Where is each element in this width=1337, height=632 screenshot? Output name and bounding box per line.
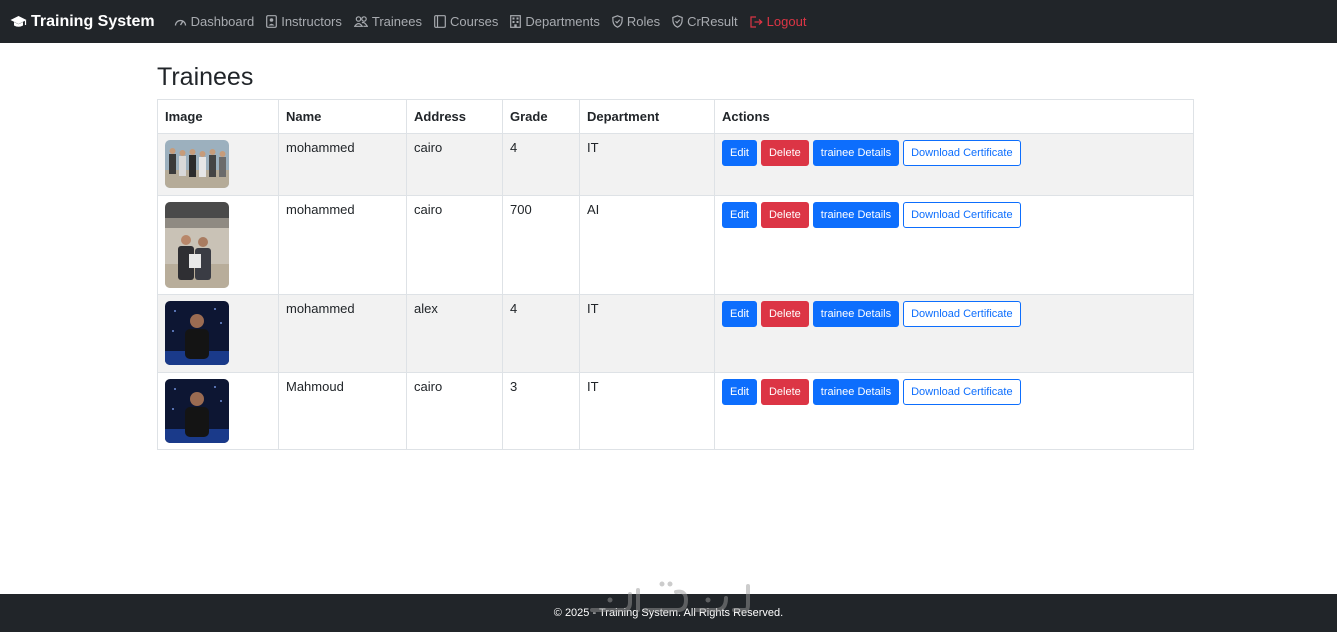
address-cell: alex bbox=[406, 294, 503, 373]
watermark-logo bbox=[590, 581, 750, 612]
edit-button[interactable]: Edit bbox=[722, 202, 757, 228]
download-certificate-button[interactable]: Download Certificate bbox=[903, 301, 1021, 327]
address-cell: cairo bbox=[406, 372, 503, 450]
header-address: Address bbox=[406, 99, 503, 134]
building-icon bbox=[510, 15, 522, 28]
grade-cell: 4 bbox=[502, 133, 580, 196]
header-department: Department bbox=[579, 99, 715, 134]
book-icon bbox=[434, 15, 446, 28]
address-cell: cairo bbox=[406, 195, 503, 295]
trainee-photo bbox=[165, 140, 229, 188]
person-badge-icon bbox=[266, 15, 278, 28]
delete-button[interactable]: Delete bbox=[760, 301, 809, 327]
edit-button[interactable]: Edit bbox=[722, 140, 757, 166]
image-cell bbox=[157, 195, 279, 295]
delete-button[interactable]: Delete bbox=[760, 140, 809, 166]
delete-button[interactable]: Delete bbox=[760, 202, 809, 228]
logout-icon bbox=[750, 15, 763, 28]
delete-button[interactable]: Delete bbox=[760, 379, 809, 405]
header-grade: Grade bbox=[502, 99, 580, 134]
nav-crresult[interactable]: CrResult bbox=[672, 14, 738, 29]
grade-cell: 700 bbox=[502, 195, 580, 295]
people-icon bbox=[353, 16, 368, 27]
nav-logout[interactable]: Logout bbox=[750, 14, 807, 29]
nav-instructors[interactable]: Instructors bbox=[266, 14, 342, 29]
nav-crresult-label: CrResult bbox=[687, 14, 738, 29]
download-certificate-button[interactable]: Download Certificate bbox=[903, 202, 1021, 228]
page-title: Trainees bbox=[157, 63, 254, 91]
graduation-cap-icon bbox=[10, 15, 27, 27]
table-row: mohammed cairo 700 AI Edit Delete traine… bbox=[157, 195, 1194, 295]
name-cell: mohammed bbox=[278, 195, 407, 295]
trainee-details-button[interactable]: trainee Details bbox=[812, 301, 900, 327]
nav-instructors-label: Instructors bbox=[281, 14, 342, 29]
brand-title: Training System bbox=[31, 12, 155, 30]
brand-link[interactable]: Training System bbox=[10, 13, 155, 31]
edit-button[interactable]: Edit bbox=[722, 379, 757, 405]
grade-cell: 3 bbox=[502, 372, 580, 450]
department-cell: AI bbox=[579, 195, 715, 295]
name-cell: Mahmoud bbox=[278, 372, 407, 450]
speedometer-icon bbox=[174, 19, 186, 26]
trainees-table: Image Name Address Grade Department Acti… bbox=[157, 99, 1194, 450]
nav-courses-label: Courses bbox=[450, 14, 499, 29]
edit-button[interactable]: Edit bbox=[722, 301, 757, 327]
nav-courses[interactable]: Courses bbox=[434, 14, 498, 29]
download-certificate-button[interactable]: Download Certificate bbox=[903, 379, 1021, 405]
image-cell bbox=[157, 372, 279, 450]
image-cell bbox=[157, 294, 279, 373]
trainee-details-button[interactable]: trainee Details bbox=[812, 202, 900, 228]
actions-cell: Edit Delete trainee Details Download Cer… bbox=[714, 133, 1194, 196]
actions-cell: Edit Delete trainee Details Download Cer… bbox=[714, 195, 1194, 295]
nav-trainees[interactable]: Trainees bbox=[353, 14, 422, 29]
table-row: Mahmoud cairo 3 IT Edit Delete trainee D… bbox=[157, 372, 1194, 450]
name-cell: mohammed bbox=[278, 133, 407, 196]
department-cell: IT bbox=[579, 133, 715, 196]
download-certificate-button[interactable]: Download Certificate bbox=[903, 140, 1021, 166]
header-image: Image bbox=[157, 99, 279, 134]
nav-departments[interactable]: Departments bbox=[510, 14, 600, 29]
table-row: mohammed alex 4 IT Edit Delete trainee D… bbox=[157, 294, 1194, 373]
trainee-photo bbox=[165, 301, 229, 365]
shield-icon bbox=[612, 15, 623, 28]
shield-icon bbox=[672, 15, 683, 28]
grade-cell: 4 bbox=[502, 294, 580, 373]
header-name: Name bbox=[278, 99, 407, 134]
actions-cell: Edit Delete trainee Details Download Cer… bbox=[714, 294, 1194, 373]
nav-dashboard[interactable]: Dashboard bbox=[174, 14, 255, 29]
name-cell: mohammed bbox=[278, 294, 407, 373]
trainee-details-button[interactable]: trainee Details bbox=[812, 379, 900, 405]
nav-departments-label: Departments bbox=[525, 14, 600, 29]
trainee-details-button[interactable]: trainee Details bbox=[812, 140, 900, 166]
trainee-photo bbox=[165, 379, 229, 443]
nav-roles-label: Roles bbox=[626, 14, 661, 29]
image-cell bbox=[157, 133, 279, 196]
department-cell: IT bbox=[579, 294, 715, 373]
nav-dashboard-label: Dashboard bbox=[190, 14, 255, 29]
nav-logout-label: Logout bbox=[766, 14, 807, 29]
table-header-row: Image Name Address Grade Department Acti… bbox=[157, 99, 1194, 134]
top-navbar: Training System Dashboard Instructors Tr… bbox=[0, 0, 1337, 43]
table-row: mohammed cairo 4 IT Edit Delete trainee … bbox=[157, 133, 1194, 196]
department-cell: IT bbox=[579, 372, 715, 450]
nav-roles[interactable]: Roles bbox=[612, 14, 660, 29]
address-cell: cairo bbox=[406, 133, 503, 196]
nav-trainees-label: Trainees bbox=[371, 14, 422, 29]
header-actions: Actions bbox=[714, 99, 1194, 134]
trainee-photo bbox=[165, 202, 229, 288]
actions-cell: Edit Delete trainee Details Download Cer… bbox=[714, 372, 1194, 450]
